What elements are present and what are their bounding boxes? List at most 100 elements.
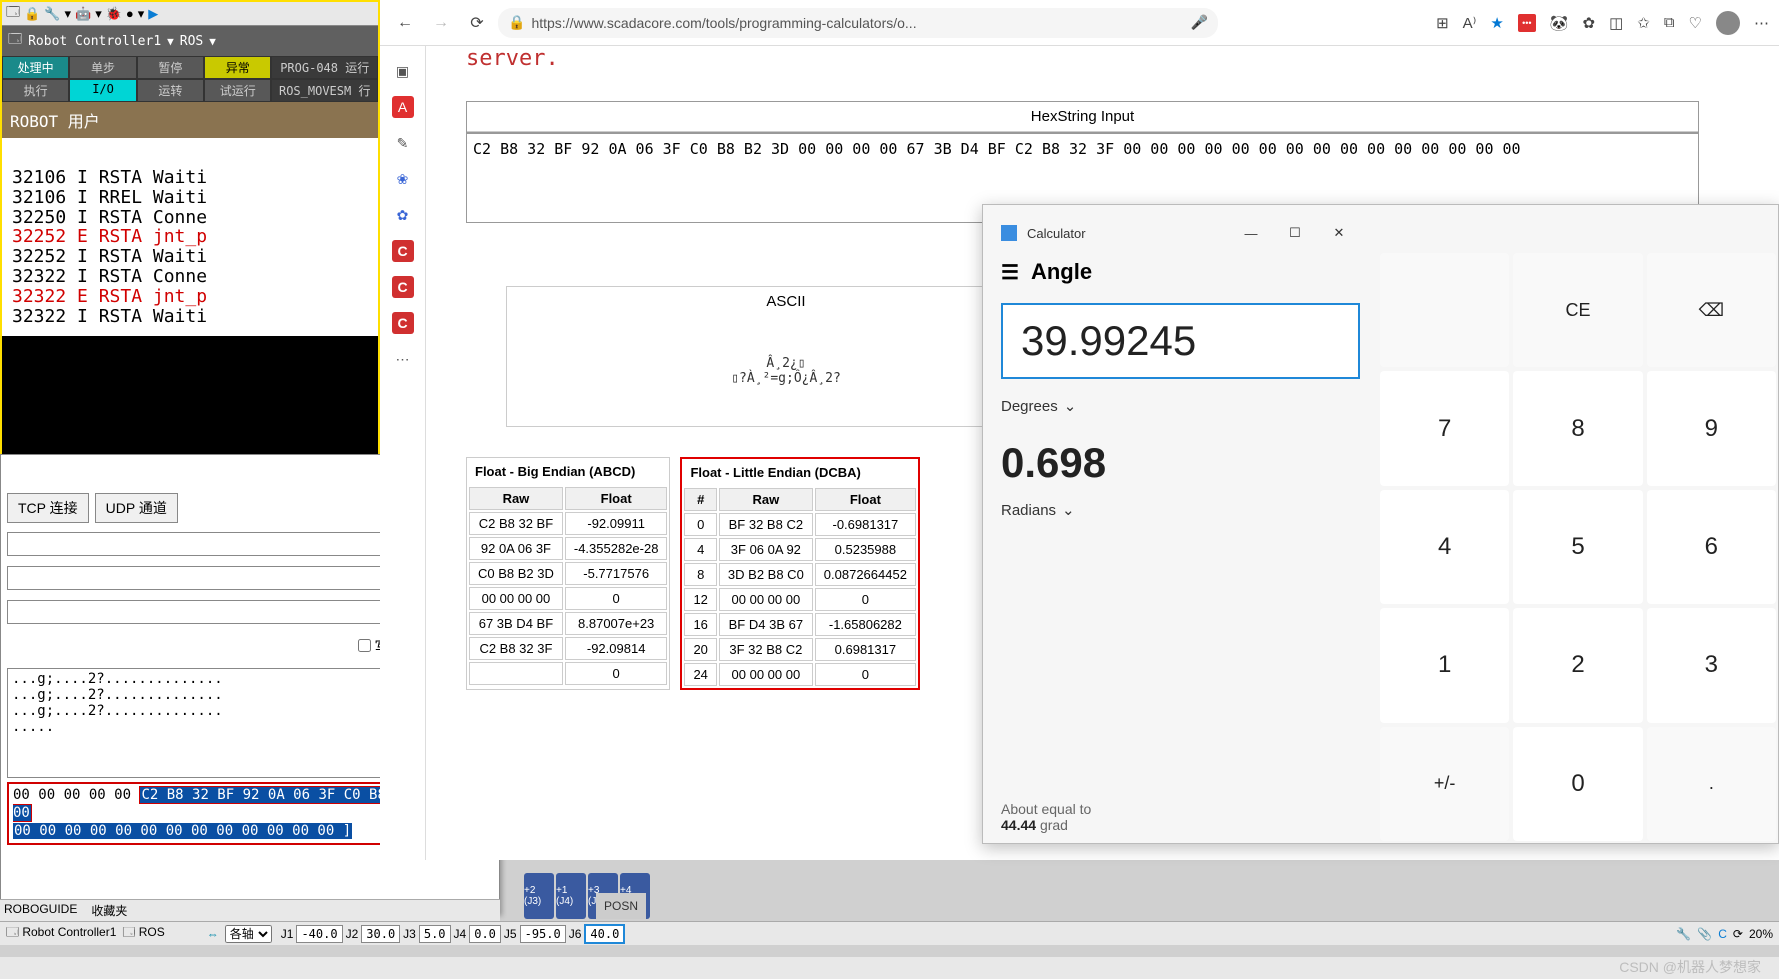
joint-label: J4 xyxy=(451,927,470,941)
toolbar-icon[interactable]: ▾ xyxy=(95,6,102,22)
joint-label: J3 xyxy=(400,927,419,941)
sidebar-icon[interactable]: ✿ xyxy=(392,204,414,226)
udp-channel-button[interactable]: UDP 通道 xyxy=(95,493,178,523)
sidebar-c-icon[interactable]: C xyxy=(392,312,414,334)
hamburger-icon[interactable]: ☰ xyxy=(1001,260,1019,285)
key-8[interactable]: 8 xyxy=(1513,371,1642,485)
table-row: 83D B2 B8 C00.0872664452 xyxy=(684,563,916,586)
footer-icon[interactable]: 🔧 xyxy=(1676,927,1691,941)
extension-icon[interactable]: ••• xyxy=(1518,14,1536,32)
footer-tab[interactable]: 收藏夹 xyxy=(91,902,127,919)
sidebar-tabs-icon[interactable]: ▣ xyxy=(392,60,414,82)
key-2[interactable]: 2 xyxy=(1513,608,1642,722)
send-input-1[interactable] xyxy=(7,532,437,556)
favorite-star-icon[interactable]: ★ xyxy=(1490,14,1503,32)
tcp-connect-button[interactable]: TCP 连接 xyxy=(7,493,89,523)
key-0[interactable]: 0 xyxy=(1513,727,1642,841)
robot-status-row-1: 处理中 单步 暂停 异常 PROG-048 运行 xyxy=(2,56,378,79)
close-button[interactable]: ✕ xyxy=(1318,219,1360,247)
key-ce[interactable]: CE xyxy=(1513,253,1642,367)
unit-label: Radians xyxy=(1001,502,1056,519)
extension-icon[interactable]: 🐼 xyxy=(1550,14,1569,32)
url-bar[interactable]: 🔒 https://www.scadacore.com/tools/progra… xyxy=(498,8,1218,38)
joint-value[interactable]: -95.0 xyxy=(520,925,566,943)
back-button[interactable]: ← xyxy=(390,8,420,38)
send-input-2[interactable] xyxy=(7,566,437,590)
toolbar-icon[interactable]: 🔧 xyxy=(44,6,60,22)
toolbar-run-icon[interactable]: ▶ xyxy=(148,6,158,22)
key-backspace[interactable]: ⌫ xyxy=(1647,253,1776,367)
calculator-unit-select[interactable]: Radians ⌄ xyxy=(1001,501,1360,519)
calculator-secondary-display[interactable]: 0.698 xyxy=(1001,439,1360,487)
dropdown-icon[interactable]: ▼ xyxy=(209,35,216,48)
ascii-line: Â¸2¿▯ xyxy=(517,356,1055,371)
key-3[interactable]: 3 xyxy=(1647,608,1776,722)
log-line: 32106 I RSTA Waiti xyxy=(12,168,368,188)
footer-tab[interactable]: 🗔 ROS xyxy=(122,923,164,944)
jog-key[interactable]: +1 (J4) xyxy=(556,873,586,919)
profile-avatar[interactable] xyxy=(1716,11,1740,35)
read-aloud-icon[interactable]: A⁾ xyxy=(1463,14,1477,32)
toolbar-icon[interactable]: 🔒 xyxy=(24,6,40,22)
send-input-3[interactable] xyxy=(7,600,437,624)
joint-value[interactable]: -40.0 xyxy=(296,925,342,943)
joint-value[interactable]: 30.0 xyxy=(361,925,400,943)
heart-icon[interactable]: ♡ xyxy=(1689,14,1702,32)
sidebar-pdf-icon[interactable]: A xyxy=(392,96,414,118)
toolbar-icon[interactable]: 🐞 xyxy=(106,6,122,22)
sidebar-more-icon[interactable]: ⋯ xyxy=(392,348,414,370)
sidebar-icon[interactable]: ❀ xyxy=(392,168,414,190)
log-line: 32252 I RSTA Waiti xyxy=(12,247,368,267)
split-icon[interactable]: ◫ xyxy=(1609,14,1623,32)
key-plus-minus[interactable]: +/- xyxy=(1380,727,1509,841)
minimize-button[interactable]: — xyxy=(1230,219,1272,247)
footer-tab[interactable]: 🗔 Robot Controller1 xyxy=(6,923,116,944)
write-log-checkbox[interactable] xyxy=(358,639,371,652)
axis-select[interactable]: 各轴 xyxy=(225,925,272,943)
axis-mode-icon[interactable]: ⇔ xyxy=(207,927,219,941)
footer-icon[interactable]: ⟳ xyxy=(1733,927,1743,941)
app-icon[interactable]: ⊞ xyxy=(1436,14,1449,32)
toolbar-icon[interactable]: 🗔 xyxy=(6,3,20,25)
footer-icon[interactable]: C xyxy=(1718,927,1727,941)
refresh-button[interactable]: ⟳ xyxy=(462,8,492,38)
key-1[interactable]: 1 xyxy=(1380,608,1509,722)
key-6[interactable]: 6 xyxy=(1647,490,1776,604)
forward-button[interactable]: → xyxy=(426,8,456,38)
sidebar-c-icon[interactable]: C xyxy=(392,276,414,298)
calculator-unit-select[interactable]: Degrees ⌄ xyxy=(1001,397,1360,415)
hex-prefix: 00 00 00 00 00 xyxy=(13,787,131,803)
calculator-keypad: CE ⌫ 7 8 9 4 5 6 1 2 3 +/- 0 . xyxy=(1378,205,1778,843)
collections-icon[interactable]: ⧉ xyxy=(1664,14,1675,31)
table-row: C2 B8 32 3F-92.09814 xyxy=(469,637,667,660)
joint-value[interactable]: 5.0 xyxy=(419,925,451,943)
maximize-button[interactable]: ☐ xyxy=(1274,219,1316,247)
toolbar-icon[interactable]: 🤖 xyxy=(75,6,91,22)
footer-icon[interactable]: 📎 xyxy=(1697,927,1712,941)
log-line: 32322 I RSTA Conne xyxy=(12,267,368,287)
jog-key[interactable]: +2 (J3) xyxy=(524,873,554,919)
key-dot[interactable]: . xyxy=(1647,727,1776,841)
extension-icon[interactable]: ✿ xyxy=(1582,14,1595,32)
toolbar-icon[interactable]: ▾ xyxy=(64,6,71,22)
key-7[interactable]: 7 xyxy=(1380,371,1509,485)
joint-value[interactable]: 0.0 xyxy=(469,925,501,943)
key-9[interactable]: 9 xyxy=(1647,371,1776,485)
sidebar-c-icon[interactable]: C xyxy=(392,240,414,262)
key-4[interactable]: 4 xyxy=(1380,490,1509,604)
key-5[interactable]: 5 xyxy=(1513,490,1642,604)
favorites-icon[interactable]: ✩ xyxy=(1637,14,1650,32)
dropdown-icon[interactable]: ▼ xyxy=(167,35,174,48)
calculator-primary-display[interactable]: 39.99245 xyxy=(1001,303,1360,379)
sidebar-icon[interactable]: ✎ xyxy=(392,132,414,154)
more-icon[interactable]: ⋯ xyxy=(1754,14,1769,32)
ascii-line: ▯?À¸²=g;Ô¿Â¸2? xyxy=(517,371,1055,386)
toolbar-icon[interactable]: ● xyxy=(126,6,134,21)
footer-tab[interactable]: ROBOGUIDE xyxy=(4,902,77,919)
joint-value[interactable]: 40.0 xyxy=(584,924,625,944)
toolbar-icon[interactable]: ▾ xyxy=(138,6,145,22)
posn-tab[interactable]: POSN xyxy=(596,893,646,919)
voice-icon[interactable]: 🎤 xyxy=(1191,14,1208,31)
status-cell: 处理中 xyxy=(2,56,69,79)
table-row: 0 xyxy=(469,662,667,685)
